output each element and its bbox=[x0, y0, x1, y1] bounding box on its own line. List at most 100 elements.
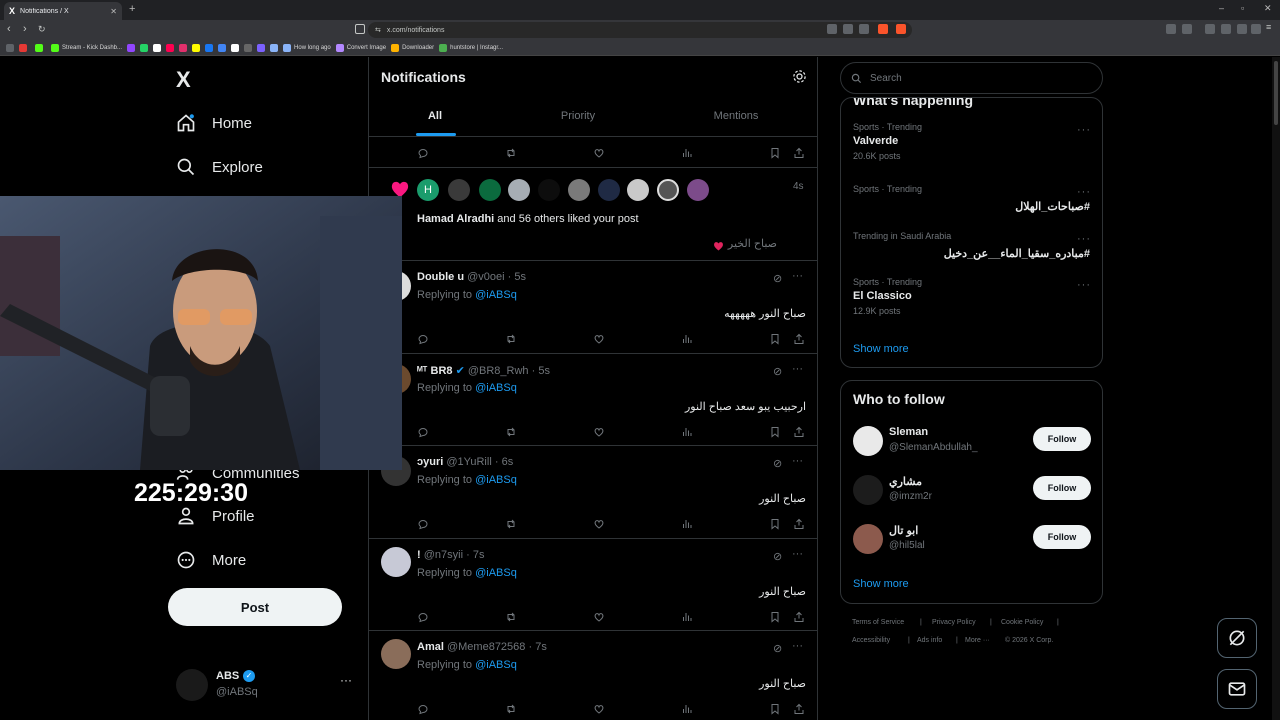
retweet-icon[interactable] bbox=[505, 610, 519, 624]
more-icon[interactable]: ··· bbox=[1077, 233, 1091, 245]
retweet-icon[interactable] bbox=[505, 146, 519, 160]
wallet-icon[interactable] bbox=[1237, 24, 1247, 34]
views-icon[interactable] bbox=[681, 332, 695, 346]
bookmark-10[interactable] bbox=[218, 43, 227, 52]
minimize-icon[interactable]: – bbox=[1219, 3, 1224, 13]
bookmark-4[interactable] bbox=[140, 43, 149, 52]
mention-link[interactable]: @iABSq bbox=[475, 382, 517, 394]
bookmark-icon[interactable] bbox=[769, 425, 783, 439]
views-icon[interactable] bbox=[681, 702, 695, 716]
tab-mentions[interactable]: Mentions bbox=[714, 110, 759, 122]
bookmark-14[interactable] bbox=[270, 43, 279, 52]
more-icon[interactable]: ··· bbox=[340, 673, 352, 687]
more-icon[interactable]: ··· bbox=[1077, 124, 1091, 136]
scrollbar-thumb[interactable] bbox=[1274, 61, 1278, 125]
show-more-link[interactable]: Show more bbox=[853, 343, 909, 355]
like-icon[interactable] bbox=[593, 517, 607, 531]
grok-icon[interactable]: ⊘ bbox=[773, 457, 782, 470]
reading-list-icon[interactable] bbox=[1182, 24, 1192, 34]
vpn-icon[interactable] bbox=[1251, 24, 1261, 34]
bookmark-12[interactable] bbox=[244, 43, 253, 52]
menu-icon[interactable]: ≡ bbox=[1266, 22, 1276, 32]
bookmark-8[interactable] bbox=[192, 43, 201, 52]
follow-suggestion[interactable]: Sleman @SlemanAbdullah_ Follow bbox=[853, 426, 1093, 460]
tab-all[interactable]: All bbox=[428, 110, 442, 122]
views-icon[interactable] bbox=[681, 425, 695, 439]
grok-icon[interactable]: ⊘ bbox=[773, 642, 782, 655]
follow-button[interactable]: Follow bbox=[1033, 427, 1091, 451]
more-icon[interactable]: ··· bbox=[792, 455, 803, 467]
reply-name[interactable]: ! bbox=[417, 549, 421, 561]
reply-icon[interactable] bbox=[417, 146, 431, 160]
window-close-icon[interactable]: ✕ bbox=[1264, 3, 1272, 14]
reply-name[interactable]: Double u bbox=[417, 271, 464, 283]
reply-icon[interactable] bbox=[417, 425, 431, 439]
retweet-icon[interactable] bbox=[505, 517, 519, 531]
reply-notification[interactable]: Amal @Meme872568 · 7s ⊘ ··· Replying to … bbox=[369, 631, 817, 720]
avatar[interactable] bbox=[568, 179, 590, 201]
footer-link-terms[interactable]: Terms of Service bbox=[852, 619, 904, 626]
extensions-icon[interactable] bbox=[1166, 24, 1176, 34]
bookmark-3[interactable] bbox=[127, 43, 136, 52]
avatar[interactable] bbox=[381, 639, 411, 669]
reply-notification[interactable]: Double u @v0oei · 5s ⊘ ··· Replying to @… bbox=[369, 261, 817, 354]
like-icon[interactable] bbox=[593, 425, 607, 439]
like-icon[interactable] bbox=[593, 702, 607, 716]
post-button[interactable]: Post bbox=[168, 588, 342, 626]
account-switcher[interactable]: ABS ✓ @iABSq ··· bbox=[176, 667, 356, 707]
more-icon[interactable]: ··· bbox=[1077, 186, 1091, 198]
avatar[interactable] bbox=[479, 179, 501, 201]
bookmark-icon[interactable] bbox=[769, 146, 783, 160]
mention-link[interactable]: @iABSq bbox=[475, 659, 517, 671]
share-icon[interactable] bbox=[793, 332, 807, 346]
mention-link[interactable]: @iABSq bbox=[475, 289, 517, 301]
avatar[interactable] bbox=[508, 179, 530, 201]
follow-button[interactable]: Follow bbox=[1033, 476, 1091, 500]
follow-suggestion[interactable]: مشاري @imzm2r Follow bbox=[853, 475, 1093, 509]
reply-icon[interactable] bbox=[417, 332, 431, 346]
bookmark-page-icon[interactable] bbox=[355, 24, 365, 34]
like-icon[interactable] bbox=[593, 332, 607, 346]
reply-icon[interactable] bbox=[417, 610, 431, 624]
back-icon[interactable]: ‹ bbox=[7, 23, 11, 35]
reply-name[interactable]: Amal bbox=[417, 641, 444, 653]
retweet-icon[interactable] bbox=[505, 332, 519, 346]
reload-icon[interactable]: ↻ bbox=[38, 24, 46, 35]
share-icon[interactable] bbox=[793, 146, 807, 160]
trend-item[interactable]: Sports · Trending Valverde 20.6K posts bbox=[853, 122, 922, 161]
footer-link-more[interactable]: More ··· bbox=[965, 637, 990, 644]
reply-notification[interactable]: ɔyuri @1YuRill · 6s ⊘ ··· Replying to @i… bbox=[369, 446, 817, 539]
grok-icon[interactable]: ⊘ bbox=[773, 272, 782, 285]
cast-icon[interactable] bbox=[827, 24, 837, 34]
like-icon[interactable] bbox=[593, 146, 607, 160]
trend-item[interactable]: Sports · Trending El Classico 12.9K post… bbox=[853, 277, 922, 316]
grok-icon[interactable]: ⊘ bbox=[773, 550, 782, 563]
reply-notification[interactable]: ! @n7syii · 7s ⊘ ··· Replying to @iABSq … bbox=[369, 539, 817, 631]
trend-item[interactable]: Sports · Trending #صباحات_الهلال bbox=[853, 184, 1090, 213]
bookmark-11[interactable] bbox=[231, 43, 240, 52]
sidebar-item-home[interactable]: Home bbox=[176, 113, 252, 133]
grok-icon[interactable]: ⊘ bbox=[773, 365, 782, 378]
bookmark-0[interactable] bbox=[19, 43, 30, 52]
reply-icon[interactable] bbox=[417, 702, 431, 716]
settings-gear-icon[interactable] bbox=[792, 69, 807, 84]
scrollbar[interactable] bbox=[1272, 57, 1280, 720]
zoom-icon[interactable] bbox=[843, 24, 853, 34]
avatar[interactable] bbox=[657, 179, 679, 201]
more-icon[interactable]: ··· bbox=[1077, 279, 1091, 291]
bookmark-icon[interactable] bbox=[769, 517, 783, 531]
share-icon[interactable] bbox=[793, 702, 807, 716]
retweet-icon[interactable] bbox=[505, 702, 519, 716]
bookmark-2[interactable]: Stream - Kick Dashb... bbox=[51, 43, 122, 52]
brave-rewards-icon[interactable] bbox=[896, 24, 906, 34]
like-icon[interactable] bbox=[593, 610, 607, 624]
follow-button[interactable]: Follow bbox=[1033, 525, 1091, 549]
bookmark-13[interactable] bbox=[257, 43, 266, 52]
footer-link-cookie[interactable]: Cookie Policy bbox=[1001, 619, 1043, 626]
share-icon[interactable] bbox=[793, 610, 807, 624]
trend-item[interactable]: Trending in Saudi Arabia #مبادره_سقيا_ال… bbox=[853, 231, 1090, 260]
bookmark-how-long-ago[interactable]: How long ago bbox=[283, 43, 331, 52]
more-icon[interactable]: ··· bbox=[792, 640, 803, 652]
bookmark-downloader[interactable]: Downloader bbox=[391, 43, 434, 52]
tab-search-icon[interactable] bbox=[1221, 24, 1231, 34]
